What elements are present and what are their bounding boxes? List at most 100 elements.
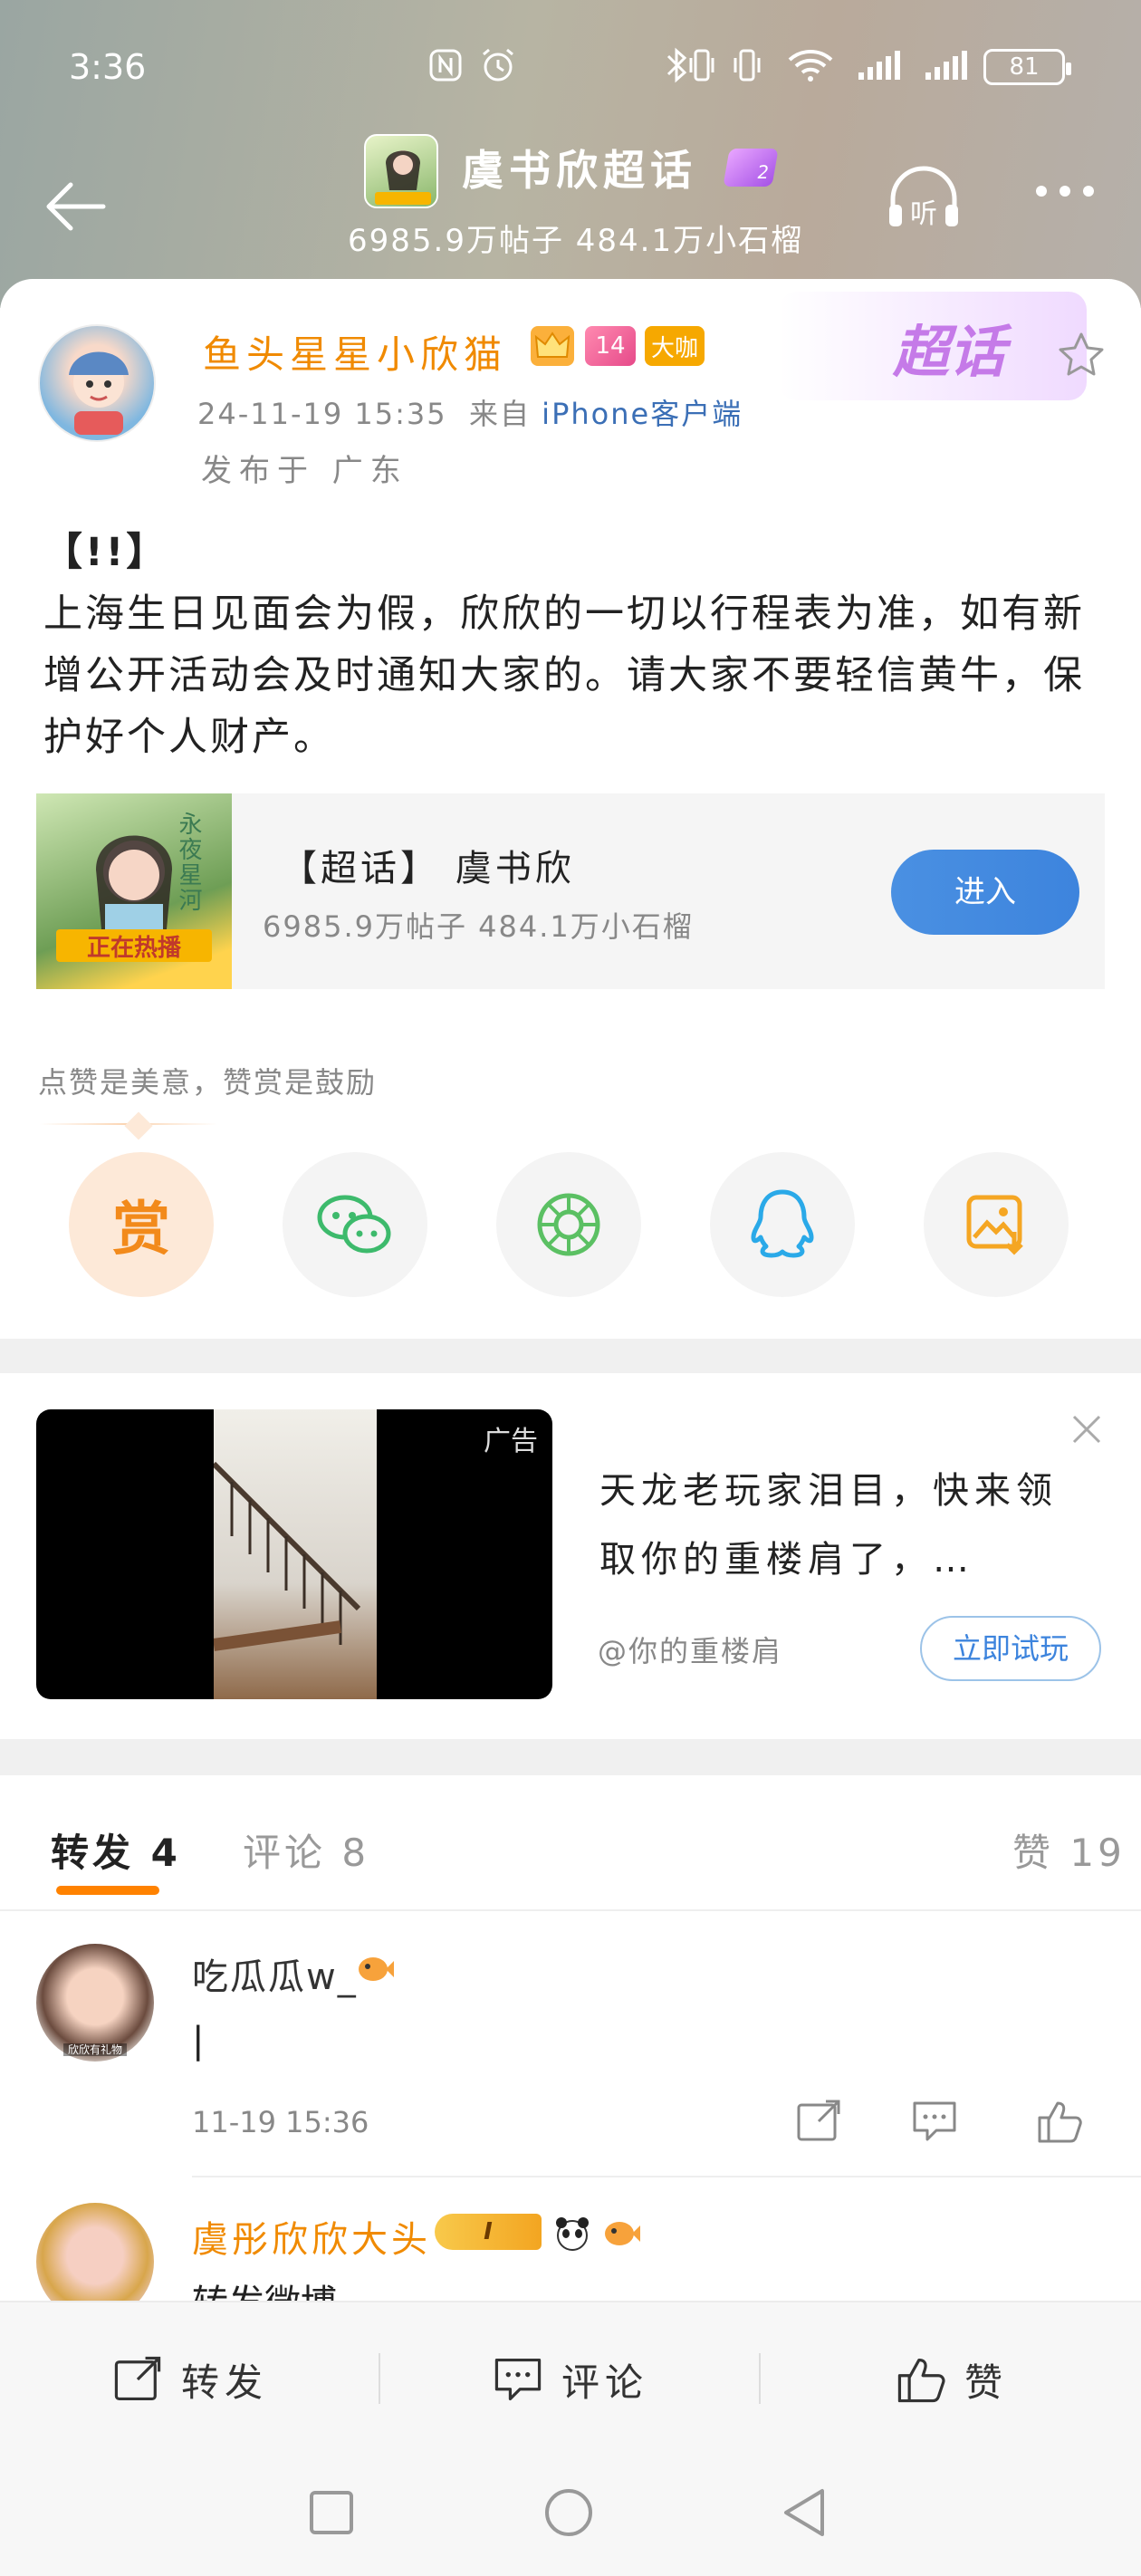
reward-hint-pointer (124, 1111, 153, 1140)
author-avatar[interactable] (38, 324, 156, 442)
interaction-tabs: 转发 4 评论 8 赞 19 (0, 1775, 1141, 1911)
chaohua-label: 超话 (892, 319, 1005, 385)
wifi-icon (786, 47, 835, 83)
status-time: 3:36 (69, 47, 147, 87)
topic-level-badge: 2 (723, 149, 779, 187)
post-text: 上海生日见面会为假，欣欣的一切以行程表为准，如有新增公开活动会及时通知大家的。请… (43, 591, 1085, 760)
post-card: 超话 鱼头星星小欣猫 14 大咖 24-11-19 15:35 来自 iPhon… (0, 279, 1141, 1339)
favorite-star-icon[interactable] (1056, 330, 1107, 392)
post-from-label: 来自 (468, 397, 531, 431)
save-image-icon (966, 1195, 1023, 1255)
comment-divider (192, 2176, 1141, 2177)
listen-button[interactable]: 听 (884, 163, 964, 235)
comment-text-2: 转发微博 (192, 2273, 337, 2301)
svg-text:听: 听 (910, 198, 937, 230)
topic-card-image-banner: 正在热播 (56, 929, 212, 962)
author-name[interactable]: 鱼头星星小欣猫 (203, 324, 507, 380)
ad-card[interactable]: 广告 天龙老玩家泪目，快来领取你的重楼肩了，… @你的重楼肩 立即试玩 (0, 1373, 1141, 1739)
like-button[interactable]: 赞 (761, 2302, 1141, 2456)
crown-icon (531, 326, 574, 366)
battery-indicator: 81 (983, 49, 1071, 85)
post-source[interactable]: iPhone客户端 (542, 397, 743, 431)
more-icon[interactable] (1029, 172, 1101, 226)
comment-icon[interactable] (909, 2098, 960, 2145)
save-image-button[interactable] (924, 1152, 1069, 1297)
reward-hint: 点赞是美意，赞赏是鼓励 (38, 1065, 378, 1100)
commenter-name-2[interactable]: 虞彤欣欣大头 (192, 2210, 431, 2263)
post-meta: 24-11-19 15:35 来自 iPhone客户端 (197, 391, 743, 433)
qq-icon (751, 1189, 814, 1258)
ad-text: 天龙老玩家泪目，快来领取你的重楼肩了，… (599, 1470, 1058, 1581)
commenter-name[interactable]: 吃瓜瓜w_ (192, 1947, 358, 2000)
topic-stats: 6985.9万帖子 484.1万小石榴 (348, 223, 804, 259)
ad-cta-button[interactable]: 立即试玩 (920, 1616, 1101, 1681)
vip-level-badge: 14 (585, 326, 636, 366)
repost-button[interactable]: 转发 (0, 2302, 379, 2456)
comment-button[interactable]: 评论 (380, 2302, 759, 2456)
home-icon[interactable] (542, 2485, 596, 2543)
nfc-icon (427, 47, 464, 83)
fish-badge-icon-2 (601, 2216, 641, 2255)
signal-icon (855, 47, 906, 83)
topic-card-stats: 6985.9万帖子 484.1万小石榴 (263, 909, 694, 944)
enter-topic-button[interactable]: 进入 (891, 850, 1079, 935)
reward-icon: 赏 (112, 1197, 170, 1264)
moments-icon (537, 1193, 600, 1256)
repost-list: 欣欣有礼物 吃瓜瓜w_ | 11-19 15:36 虞彤欣欣大头 I 转发微博 (0, 1911, 1141, 2301)
topic-link-card[interactable]: 永夜星河 正在热播 【超话】 虞书欣 6985.9万帖子 484.1万小石榴 进… (36, 793, 1105, 989)
vibrate-icon-2 (732, 47, 762, 83)
back-nav-icon[interactable] (779, 2485, 833, 2543)
share-moments-button[interactable] (496, 1152, 641, 1297)
ad-tag: 广告 (484, 1426, 538, 1457)
bottom-action-bar: 转发 评论 赞 (0, 2301, 1141, 2455)
ad-account[interactable]: @你的重楼肩 (598, 1629, 782, 1670)
comment-text: | (192, 2020, 205, 2062)
recent-apps-icon[interactable] (306, 2487, 357, 2542)
like-icon[interactable] (1034, 2098, 1085, 2145)
signal-icon-2 (922, 47, 973, 83)
like-label: 赞 (964, 2360, 1008, 2405)
fish-badge-icon (355, 1951, 395, 1991)
vibrate-icon (688, 47, 715, 83)
ad-video-frame (211, 1409, 377, 1699)
section-separator (0, 1339, 1141, 1373)
topic-title: 虞书欣超话 (462, 146, 697, 195)
alarm-icon (478, 47, 518, 83)
headphone-icon: 听 (889, 166, 958, 230)
topic-card-image: 永夜星河 正在热播 (36, 793, 232, 989)
reward-button[interactable]: 赏 (69, 1152, 214, 1297)
post-location: 发布于 广东 (201, 453, 408, 489)
close-icon[interactable] (1069, 1406, 1105, 1458)
system-nav-bar (0, 2455, 1141, 2576)
comment-label: 评论 (561, 2360, 648, 2405)
tab-comment[interactable]: 评论 8 (243, 1822, 369, 1878)
repost-icon[interactable] (793, 2098, 844, 2145)
back-button[interactable] (40, 170, 112, 243)
bluetooth-icon (663, 47, 690, 83)
avatar-2[interactable] (36, 2203, 154, 2301)
wechat-icon (317, 1195, 391, 1254)
post-body: 【!!】 上海生日见面会为假，欣欣的一切以行程表为准，如有新增公开活动会及时通知… (43, 522, 1112, 768)
tab-repost[interactable]: 转发 4 (51, 1822, 181, 1878)
comment-time: 11-19 15:36 (192, 2105, 369, 2139)
share-wechat-button[interactable] (283, 1152, 427, 1297)
comment-icon (494, 2358, 542, 2401)
big-v-badge: 大咖 (645, 326, 705, 366)
topic-thumbnail[interactable] (364, 134, 438, 208)
topic-header: 虞书欣超话 2 6985.9万帖子 484.1万小石榴 听 (0, 127, 1141, 263)
repost-label: 转发 (180, 2360, 268, 2405)
status-bar: 3:36 81 (0, 0, 1141, 145)
repost-icon (114, 2356, 161, 2401)
post-timestamp: 24-11-19 15:35 (197, 397, 447, 431)
topic-card-title: 【超话】 虞书欣 (281, 848, 575, 889)
avatar[interactable]: 欣欣有礼物 (36, 1944, 154, 2062)
tab-like[interactable]: 赞 19 (1012, 1822, 1126, 1878)
like-icon (897, 2358, 945, 2403)
arrow-left-icon (46, 182, 106, 231)
svg-text:欣欣有礼物: 欣欣有礼物 (68, 2043, 122, 2056)
post-exclaim: 【!!】 (43, 530, 168, 575)
topic-card-image-caption: 永夜星河 (175, 812, 202, 913)
share-qq-button[interactable] (710, 1152, 855, 1297)
active-tab-indicator (56, 1886, 159, 1895)
ad-video[interactable]: 广告 (36, 1409, 552, 1699)
